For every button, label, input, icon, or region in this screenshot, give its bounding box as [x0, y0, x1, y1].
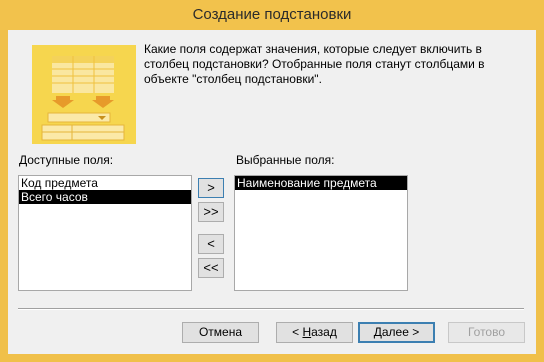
list-item[interactable]: Наименование предмета: [235, 176, 407, 190]
available-fields-list[interactable]: Код предмета Всего часов: [18, 175, 192, 291]
list-item[interactable]: Всего часов: [19, 190, 191, 204]
wizard-description: Какие поля содержат значения, которые сл…: [144, 42, 485, 86]
wizard-illustration: [32, 45, 136, 144]
available-fields-label: Доступные поля:: [19, 153, 114, 167]
table-columns-icon: [32, 45, 136, 144]
add-field-button[interactable]: >: [198, 178, 224, 198]
cancel-button[interactable]: Отмена: [182, 322, 259, 343]
window-title: Создание подстановки: [192, 6, 352, 23]
next-button[interactable]: Далее >: [358, 322, 435, 343]
add-all-fields-button[interactable]: >>: [198, 202, 224, 222]
selected-fields-label: Выбранные поля:: [236, 153, 335, 167]
finish-button[interactable]: Готово: [448, 322, 525, 343]
title-bar[interactable]: Создание подстановки: [0, 0, 544, 30]
list-item[interactable]: Код предмета: [19, 176, 191, 190]
selected-fields-list[interactable]: Наименование предмета: [234, 175, 408, 291]
remove-all-fields-button[interactable]: <<: [198, 258, 224, 278]
remove-field-button[interactable]: <: [198, 234, 224, 254]
footer-divider-highlight: [18, 309, 524, 310]
wizard-dialog: Какие поля содержат значения, которые сл…: [8, 30, 536, 354]
back-button[interactable]: < Назад: [276, 322, 353, 343]
